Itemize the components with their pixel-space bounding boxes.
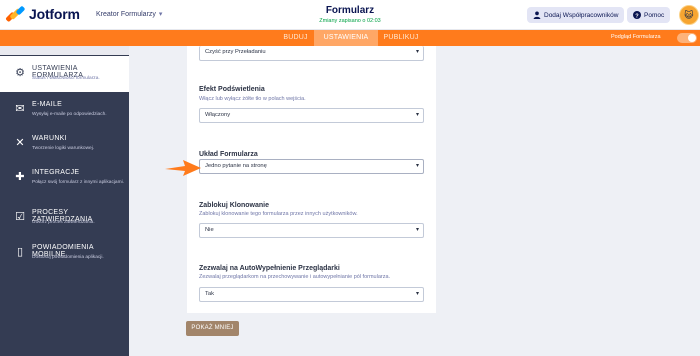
chevron-down-icon: ▾ xyxy=(415,112,419,118)
sidebar-item-desc: Połącz swój formularz z innymi aplikacja… xyxy=(32,180,124,185)
svg-text:?: ? xyxy=(635,13,639,19)
highlight-effect-label: Efekt Podświetlenia xyxy=(199,86,265,93)
sidebar-item-conditions[interactable]: ✕ WARUNKI Tworzenie logiki warunkowej. xyxy=(0,126,129,162)
mobile-icon: ▯ xyxy=(16,246,24,258)
select-value: Czyść przy Przeładaniu xyxy=(205,49,266,55)
sidebar-item-title: INTEGRACJE xyxy=(32,169,80,176)
sidebar-top-strip xyxy=(0,46,129,55)
select-value: Jedno pytanie na stronę xyxy=(205,163,267,169)
tab-build[interactable]: BUDUJ xyxy=(277,30,314,46)
chevron-down-icon: ▾ xyxy=(415,227,419,233)
builder-dropdown[interactable]: Kreator Formularzy ▾ xyxy=(96,10,163,19)
jotform-logo[interactable]: Jotform xyxy=(5,5,80,23)
highlight-effect-select[interactable]: Włączony ▾ xyxy=(199,108,424,123)
help-label: Pomoc xyxy=(644,11,665,19)
form-preview-label: Podgląd Formularza xyxy=(611,34,661,40)
sidebar-item-desc: Tworzenie logiki warunkowej. xyxy=(32,146,95,151)
sidebar-item-desc: Wysyłaj e-maile po odpowiedziach. xyxy=(32,112,107,117)
sidebar-item-title: E-MAILE xyxy=(32,101,63,108)
brand-name: Jotform xyxy=(29,6,80,22)
builder-label: Kreator Formularzy xyxy=(96,10,156,18)
clone-lock-select[interactable]: Nie ▾ xyxy=(199,223,424,238)
clone-lock-label: Zablokuj Klonowanie xyxy=(199,202,270,209)
sidebar-item-title: WARUNKI xyxy=(32,135,67,142)
user-icon xyxy=(533,11,541,19)
help-button[interactable]: ? Pomoc xyxy=(627,7,671,23)
sidebar-item-desc: Status i właściwości formularza. xyxy=(32,76,100,81)
help-icon: ? xyxy=(633,11,641,19)
add-collaborators-button[interactable]: Dodaj Współpracowników xyxy=(527,7,625,23)
tab-publish[interactable]: PUBLIKUJ xyxy=(378,30,424,46)
jotform-logo-icon xyxy=(5,5,26,23)
autofill-select[interactable]: Tak ▾ xyxy=(199,287,424,302)
advanced-settings-panel: Czyść przy Przeładaniu ▾ Efekt Podświetl… xyxy=(187,46,436,313)
gear-icon: ⚙ xyxy=(15,67,25,79)
form-layout-select[interactable]: Jedno pytanie na stronę ▾ xyxy=(199,159,424,174)
select-value: Nie xyxy=(205,227,214,233)
sidebar-item-integrations[interactable]: ✚ INTEGRACJE Połącz swój formularz z inn… xyxy=(0,160,129,196)
sidebar-item-mobile-notifications[interactable]: ▯ POWIADOMIENIA MOBILNE Dostosuj powiado… xyxy=(0,235,129,271)
top-bar: Jotform Kreator Formularzy ▾ Formularz Z… xyxy=(0,0,700,30)
tab-settings[interactable]: USTAWIENIA xyxy=(314,30,378,46)
envelope-icon: ✉ xyxy=(15,103,25,115)
chevron-down-icon: ▾ xyxy=(158,11,163,18)
shuffle-icon: ✕ xyxy=(15,137,25,149)
sidebar-item-emails[interactable]: ✉ E-MAILE Wysyłaj e-maile po odpowiedzia… xyxy=(0,92,129,128)
sidebar-item-desc: Dostosuj powiadomienia aplikacji. xyxy=(32,255,104,260)
sidebar-item-approvals[interactable]: ☑ PROCESY ZATWIERDZANIA Utwórz proces za… xyxy=(0,200,129,236)
sidebar-item-form-settings[interactable]: ⚙ USTAWIENIA FORMULARZA Status i właściw… xyxy=(0,56,129,92)
autofill-label: Zezwalaj na AutoWypełnienie Przeglądarki xyxy=(199,265,340,272)
add-collaborators-label: Dodaj Współpracowników xyxy=(544,11,619,19)
avatar-face-icon: 😺 xyxy=(684,9,694,20)
highlight-effect-desc: Włącz lub wyłącz żółte tło w polach wejś… xyxy=(199,96,306,102)
sidebar-item-desc: Utwórz proces zatwierdzania. xyxy=(32,220,95,225)
approval-icon: ☑ xyxy=(15,211,25,223)
autofill-desc: Zezwalaj przeglądarkom na przechowywanie… xyxy=(199,274,391,280)
show-less-button[interactable]: POKAŻ MNIEJ xyxy=(186,321,239,336)
callout-arrow-icon xyxy=(165,160,201,176)
clear-on-page-select[interactable]: Czyść przy Przeładaniu ▾ xyxy=(199,46,424,61)
form-preview-toggle[interactable] xyxy=(677,33,697,43)
chevron-down-icon: ▾ xyxy=(415,49,419,55)
chevron-down-icon: ▾ xyxy=(415,291,419,297)
chevron-down-icon: ▾ xyxy=(415,163,419,169)
main-nav: BUDUJ USTAWIENIA PUBLIKUJ Podgląd Formul… xyxy=(0,30,700,46)
select-value: Tak xyxy=(205,291,215,297)
form-layout-label: Układ Formularza xyxy=(199,151,258,158)
select-value: Włączony xyxy=(205,112,231,118)
puzzle-icon: ✚ xyxy=(15,171,25,183)
clone-lock-desc: Zablokuj klonowanie tego formularza prze… xyxy=(199,211,358,217)
user-avatar[interactable]: 😺 xyxy=(679,5,699,25)
